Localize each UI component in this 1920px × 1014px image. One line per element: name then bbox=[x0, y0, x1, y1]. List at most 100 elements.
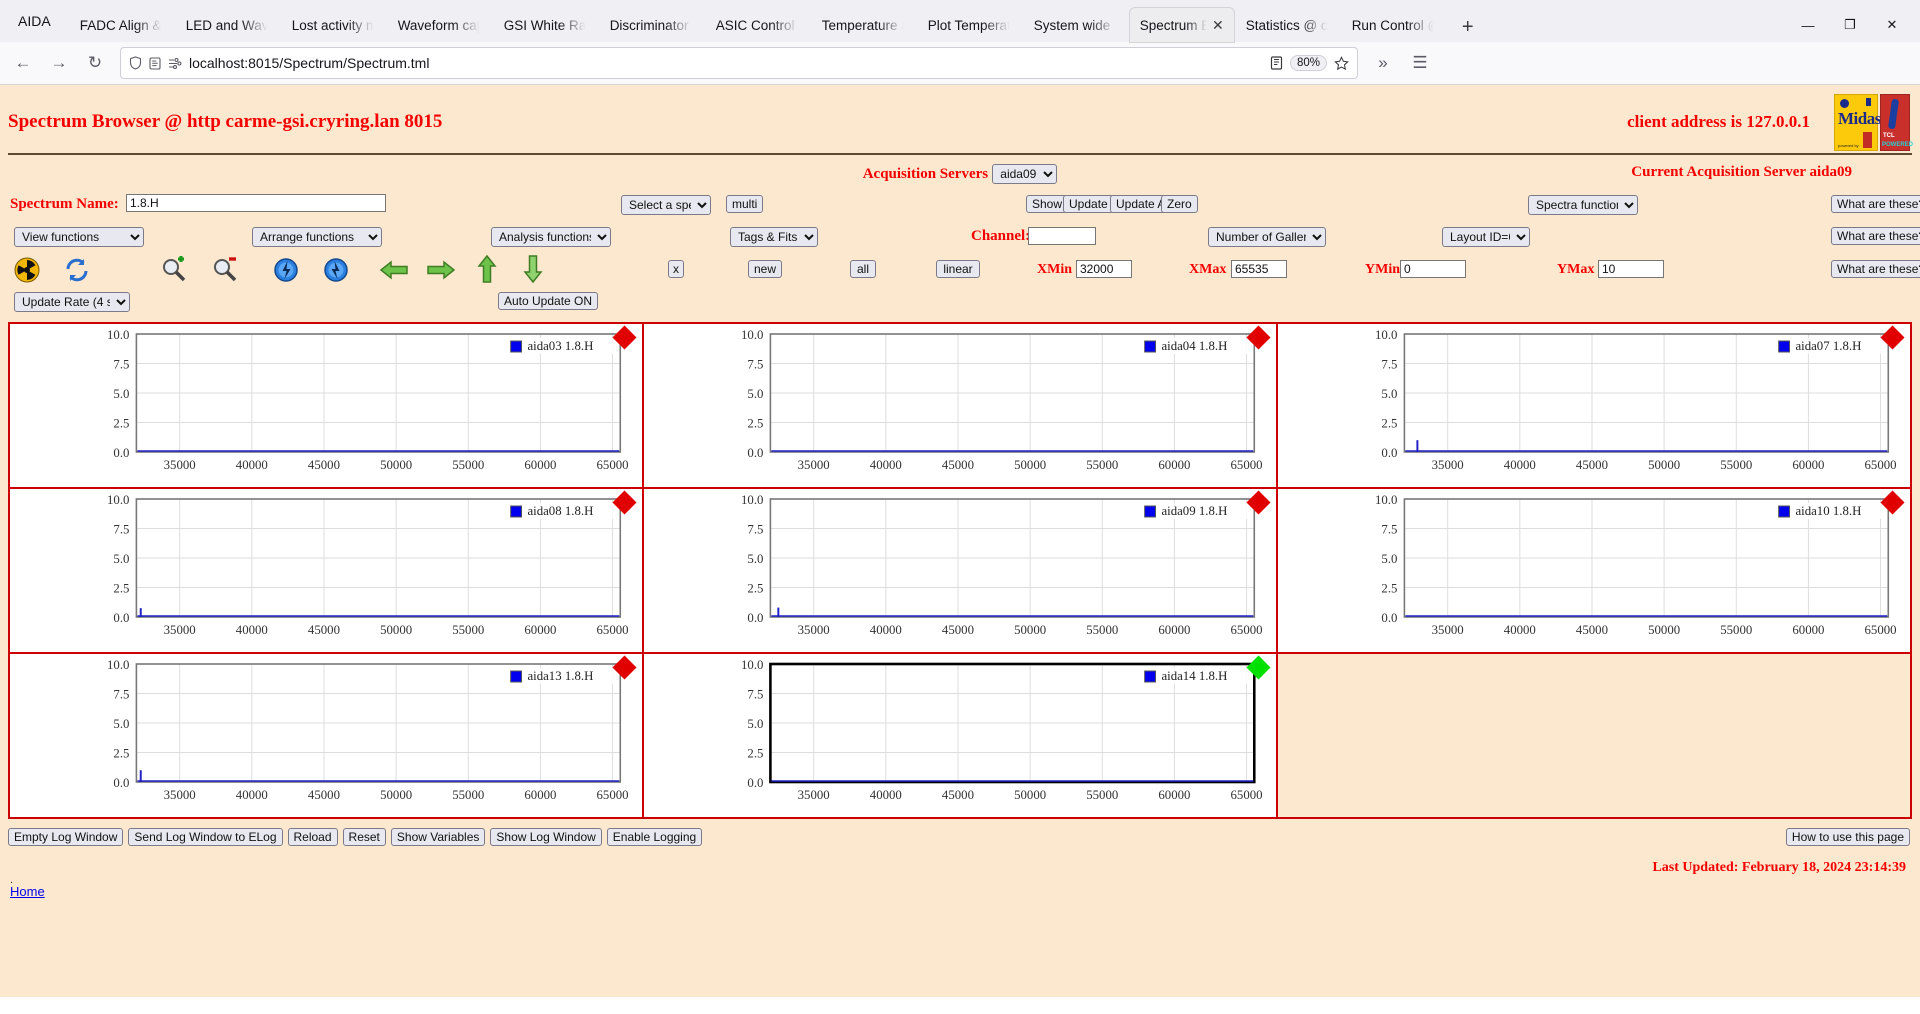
browser-tab[interactable]: ASIC Control @ bbox=[706, 8, 810, 42]
back-button[interactable]: ← bbox=[6, 47, 40, 79]
zoom-out-icon[interactable] bbox=[211, 256, 241, 286]
what-are-these-button-1[interactable]: What are these? bbox=[1831, 195, 1920, 213]
browser-tab[interactable]: Statistics @ car bbox=[1236, 8, 1340, 42]
what-are-these-button-3[interactable]: What are these? bbox=[1831, 260, 1920, 278]
auto-update-button[interactable]: Auto Update ON bbox=[498, 292, 599, 310]
url-text[interactable]: localhost:8015/Spectrum/Spectrum.tml bbox=[189, 55, 1263, 71]
footer-button[interactable]: Enable Logging bbox=[606, 828, 703, 846]
permissions-icon[interactable] bbox=[168, 57, 182, 69]
number-of-galleries-dropdown[interactable]: Number of Galleries bbox=[1208, 227, 1326, 247]
footer-button[interactable]: Empty Log Window bbox=[8, 828, 124, 846]
browser-tab[interactable]: FADC Align & Co bbox=[70, 8, 174, 42]
ymin-input[interactable] bbox=[1400, 260, 1466, 278]
close-tab-icon[interactable]: ✕ bbox=[1212, 18, 1224, 32]
x-button[interactable]: x bbox=[668, 260, 684, 278]
spectrum-plot[interactable]: 0.0 2.5 5.0 7.5 10.0 35000 40000 45000 50000 5500… bbox=[1278, 324, 1910, 487]
spectrum-plot[interactable]: 0.0 2.5 5.0 7.5 10.0 35000 40000 45000 50000 5500… bbox=[644, 489, 1276, 652]
spectra-functions-dropdown[interactable]: Spectra functions bbox=[1528, 195, 1638, 215]
reader-mode-icon[interactable] bbox=[1270, 56, 1283, 70]
arrow-left-icon[interactable] bbox=[379, 257, 409, 287]
what-are-these-button-2[interactable]: What are these? bbox=[1831, 227, 1920, 245]
plot-container: 0.0 2.5 5.0 7.5 10.0 35000 40000 45000 50000 5500… bbox=[1278, 489, 1910, 652]
minimize-button[interactable]: — bbox=[1788, 8, 1828, 42]
browser-tab[interactable]: Discriminator co bbox=[600, 8, 704, 42]
url-bar[interactable]: localhost:8015/Spectrum/Spectrum.tml 80% bbox=[120, 47, 1358, 79]
arrow-down-icon[interactable] bbox=[520, 254, 550, 284]
spectrum-plot[interactable]: 0.0 2.5 5.0 7.5 10.0 35000 40000 45000 50000 5500… bbox=[10, 324, 642, 487]
xmin-input[interactable] bbox=[1076, 260, 1132, 278]
how-to-use-button[interactable]: How to use this page bbox=[1785, 828, 1910, 846]
arrow-up-icon[interactable] bbox=[474, 254, 504, 284]
select-a-spectrum-dropdown[interactable]: Select a spectrum bbox=[621, 195, 711, 215]
footer-button[interactable]: Reload bbox=[287, 828, 338, 846]
ymax-input[interactable] bbox=[1598, 260, 1664, 278]
tags-and-fits-dropdown[interactable]: Tags & Fits bbox=[730, 227, 818, 247]
arrange-functions-dropdown[interactable]: Arrange functions bbox=[252, 227, 382, 247]
spectrum-plot[interactable]: 0.0 2.5 5.0 7.5 10.0 35000 40000 45000 50000 5500… bbox=[1278, 489, 1910, 652]
browser-tab[interactable]: Plot Temperatu bbox=[918, 8, 1022, 42]
browser-tab[interactable]: Waveform captu bbox=[388, 8, 492, 42]
gallery-cell-aida03[interactable]: 0.0 2.5 5.0 7.5 10.0 35000 40000 45000 50000 5500… bbox=[10, 324, 644, 487]
spectrum-plot[interactable]: 0.0 2.5 5.0 7.5 10.0 35000 40000 45000 50000 5500… bbox=[10, 489, 642, 652]
gallery-cell-aida09[interactable]: 0.0 2.5 5.0 7.5 10.0 35000 40000 45000 50000 5500… bbox=[644, 489, 1278, 652]
footer-button[interactable]: Show Log Window bbox=[490, 828, 602, 846]
all-button[interactable]: all bbox=[850, 260, 876, 278]
browser-tab[interactable]: Spectrum Bro✕ bbox=[1129, 8, 1234, 42]
update-rate-dropdown[interactable]: Update Rate (4 secs) bbox=[14, 292, 130, 312]
star-icon[interactable] bbox=[1334, 55, 1349, 71]
forward-button[interactable]: → bbox=[42, 47, 76, 79]
footer-button[interactable]: Reset bbox=[342, 828, 386, 846]
footer-button[interactable]: Show Variables bbox=[390, 828, 486, 846]
zoom-level-indicator[interactable]: 80% bbox=[1289, 55, 1327, 71]
browser-tab[interactable]: LED and Wavefo bbox=[176, 8, 280, 42]
browser-tab[interactable]: System wide Ch bbox=[1024, 8, 1128, 42]
close-window-button[interactable]: ✕ bbox=[1872, 8, 1912, 42]
gallery-cell-aida10[interactable]: 0.0 2.5 5.0 7.5 10.0 35000 40000 45000 50000 5500… bbox=[1278, 489, 1910, 652]
spectrum-plot[interactable]: 0.0 2.5 5.0 7.5 10.0 35000 40000 45000 50000 5500… bbox=[644, 654, 1276, 817]
maximize-button[interactable]: ❐ bbox=[1830, 8, 1870, 42]
analysis-functions-dropdown[interactable]: Analysis functions bbox=[491, 227, 611, 247]
acquisition-server-select[interactable]: aida03aida04aida07aida08aida09aida10aida… bbox=[992, 164, 1058, 184]
gallery-cell-aida13[interactable]: 0.0 2.5 5.0 7.5 10.0 35000 40000 45000 50000 5500… bbox=[10, 654, 644, 817]
reload-button[interactable]: ↻ bbox=[78, 47, 112, 79]
browser-tab[interactable]: Run Control @ a bbox=[1342, 8, 1446, 42]
layout-id-dropdown[interactable]: Layout ID=6 bbox=[1442, 227, 1530, 247]
svg-text:7.5: 7.5 bbox=[1381, 356, 1397, 371]
shield-icon[interactable] bbox=[129, 56, 142, 70]
update-button[interactable]: Update bbox=[1063, 195, 1114, 213]
tab-strip: AIDA FADC Align & Co LED and Wavefo Lost a… bbox=[0, 0, 1920, 42]
radiation-icon[interactable] bbox=[13, 256, 43, 286]
zoom-in-icon[interactable] bbox=[160, 256, 190, 286]
spectrum-plot[interactable]: 0.0 2.5 5.0 7.5 10.0 35000 40000 45000 50000 5500… bbox=[644, 324, 1276, 487]
spectrum-name-input[interactable] bbox=[126, 194, 386, 212]
xmax-input[interactable] bbox=[1231, 260, 1287, 278]
lightning-left-icon[interactable] bbox=[272, 256, 302, 286]
show-button[interactable]: Show bbox=[1026, 195, 1069, 213]
home-link[interactable]: Home bbox=[8, 884, 45, 899]
svg-text:10.0: 10.0 bbox=[1375, 327, 1397, 342]
browser-tab[interactable]: Lost activity mo bbox=[282, 8, 386, 42]
view-functions-dropdown[interactable]: View functions bbox=[14, 227, 144, 247]
chevron-double-right-icon[interactable]: » bbox=[1366, 47, 1400, 79]
hamburger-menu-icon[interactable]: ☰ bbox=[1403, 47, 1437, 79]
browser-tab[interactable]: Temperature an bbox=[812, 8, 916, 42]
zero-button[interactable]: Zero bbox=[1161, 195, 1198, 213]
arrow-right-icon[interactable] bbox=[426, 257, 456, 287]
gallery-cell-aida14[interactable]: 0.0 2.5 5.0 7.5 10.0 35000 40000 45000 50000 5500… bbox=[644, 654, 1278, 817]
channel-input[interactable] bbox=[1028, 227, 1096, 245]
multi-button[interactable]: multi bbox=[726, 195, 764, 213]
new-tab-button[interactable]: + bbox=[1453, 12, 1483, 42]
footer-button[interactable]: Send Log Window to ELog bbox=[128, 828, 283, 846]
new-button[interactable]: new bbox=[748, 260, 782, 278]
refresh-icon[interactable] bbox=[63, 256, 93, 286]
gallery-cell-aida07[interactable]: 0.0 2.5 5.0 7.5 10.0 35000 40000 45000 50000 5500… bbox=[1278, 324, 1910, 487]
brand-tab[interactable]: AIDA bbox=[4, 0, 69, 42]
lightning-right-icon[interactable] bbox=[322, 256, 352, 286]
linear-button[interactable]: linear bbox=[936, 260, 980, 278]
gallery-cell-aida04[interactable]: 0.0 2.5 5.0 7.5 10.0 35000 40000 45000 50000 5500… bbox=[644, 324, 1278, 487]
reader-view-icon[interactable] bbox=[149, 56, 161, 70]
spectrum-plot[interactable]: 0.0 2.5 5.0 7.5 10.0 35000 40000 45000 50000 5500… bbox=[10, 654, 642, 817]
browser-tab[interactable]: GSI White Rabb bbox=[494, 8, 598, 42]
spectrum-gallery: 0.0 2.5 5.0 7.5 10.0 35000 40000 45000 50000 5500… bbox=[8, 322, 1912, 819]
gallery-cell-aida08[interactable]: 0.0 2.5 5.0 7.5 10.0 35000 40000 45000 50000 5500… bbox=[10, 489, 644, 652]
